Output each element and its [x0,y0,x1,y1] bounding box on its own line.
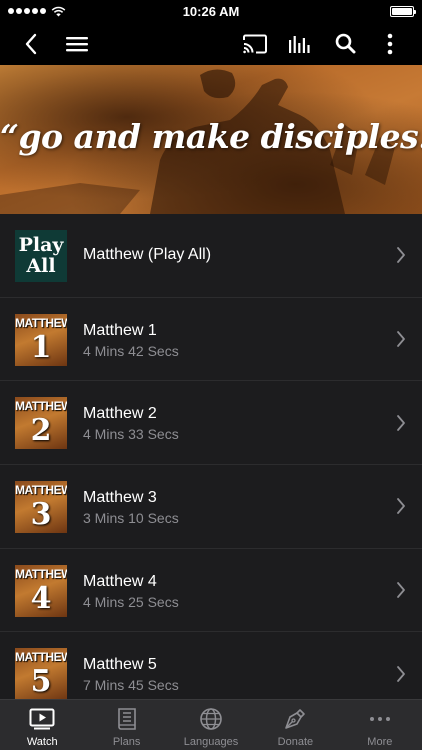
tab-label: Donate [277,736,314,748]
list-item-duration: 4 Mins 25 Secs [83,593,179,610]
episode-thumbnail: MATTHEW 1 [15,313,67,366]
menu-button[interactable] [57,22,97,65]
play-all-row[interactable]: Play All Matthew (Play All) [0,214,422,298]
hamburger-menu-icon [66,36,88,51]
play-all-thumb-line1: Play [18,234,64,256]
nav-bar [0,22,422,65]
play-screen-icon [29,705,55,733]
list-item-text: Matthew 5 7 Mins 45 Secs [83,656,179,693]
tab-label: Plans [112,736,141,748]
chevron-right-icon [397,414,405,431]
signal-strength-icon [8,8,46,14]
thumb-number: 1 [30,329,52,365]
tab-bar: Watch Plans Languages Donate More [0,699,422,750]
play-all-thumb-line2: All [26,255,56,277]
status-bar: 10:26 AM [0,0,422,22]
thumb-title: MATTHEW [15,399,67,414]
episode-thumbnail: MATTHEW 3 [15,481,67,534]
play-all-thumbnail: Play All [15,230,67,282]
search-button[interactable] [325,22,365,65]
list-item-duration: 7 Mins 45 Secs [83,677,179,694]
status-time: 10:26 AM [182,3,240,19]
tab-label: Languages [183,736,239,748]
thumb-title: MATTHEW [15,650,67,665]
list-item-duration: 3 Mins 10 Secs [83,510,179,527]
book-icon [116,705,138,733]
list-item-text: Matthew 3 3 Mins 10 Secs [83,489,179,526]
list-item-text: Matthew 4 4 Mins 25 Secs [83,573,179,610]
list-item-duration: 4 Mins 33 Secs [83,426,179,443]
episode-thumbnail: MATTHEW 2 [15,397,67,450]
globe-icon [199,705,223,733]
tab-languages[interactable]: Languages [169,700,253,750]
audio-levels-button[interactable] [280,22,320,65]
list-item-title: Matthew 2 [83,405,157,423]
chevron-right-icon [397,665,405,682]
back-button[interactable] [11,22,51,65]
vertical-ellipsis-icon [387,33,393,54]
chevron-right-icon [397,331,405,347]
play-all-text: Matthew (Play All) [83,246,211,264]
list-item-title: Matthew 5 [83,656,157,674]
more-options-button[interactable] [370,22,410,65]
list-item[interactable]: MATTHEW 1 Matthew 1 4 Mins 42 Secs [0,297,422,382]
episode-list: Play All Matthew (Play All) MATTHEW 1 Ma… [0,214,422,717]
thumb-title: MATTHEW [15,483,67,498]
list-item[interactable]: MATTHEW 2 Matthew 2 4 Mins 33 Secs [0,381,422,466]
equalizer-icon [289,35,310,53]
chevron-right-icon [397,247,405,264]
ellipsis-icon [368,705,392,733]
search-icon [335,33,355,54]
tab-label: Watch [26,736,58,748]
thumb-number: 5 [30,664,52,700]
status-left [8,6,118,17]
cast-icon [243,34,267,53]
chevron-right-icon [397,498,405,515]
list-item[interactable]: MATTHEW 3 Matthew 3 3 Mins 10 Secs [0,465,422,549]
list-item-duration: 4 Mins 42 Secs [83,342,179,359]
list-item[interactable]: MATTHEW 4 Matthew 4 4 Mins 25 Secs [0,548,422,633]
battery-icon [389,5,416,17]
chevron-left-icon [25,33,37,54]
tab-label: More [367,736,393,748]
tab-plans[interactable]: Plans [84,700,168,750]
episode-thumbnail: MATTHEW 4 [15,564,67,617]
status-right [304,5,416,17]
thumb-number: 2 [30,413,52,449]
cast-button[interactable] [235,22,275,65]
episode-thumbnail: MATTHEW 5 [15,648,67,701]
thumb-title: MATTHEW [15,315,67,330]
thumb-number: 3 [30,497,52,533]
list-item-title: Matthew 4 [83,572,157,590]
list-item-text: Matthew 2 4 Mins 33 Secs [83,405,179,442]
list-item-title: Matthew 1 [83,321,157,339]
banner-quote: “go and make disciples...” [0,117,422,156]
banner-image: “go and make disciples...” [0,65,422,214]
list-item-title: Matthew (Play All) [83,246,212,264]
tab-donate[interactable]: Donate [253,700,337,750]
tab-watch[interactable]: Watch [0,700,84,750]
pen-nib-icon [283,705,307,733]
tab-more[interactable]: More [338,700,422,750]
thumb-title: MATTHEW [15,566,67,581]
wifi-icon [51,6,66,16]
list-item-text: Matthew 1 4 Mins 42 Secs [83,322,179,359]
thumb-number: 4 [30,580,52,616]
chevron-right-icon [397,582,405,598]
list-item-title: Matthew 3 [83,489,157,507]
